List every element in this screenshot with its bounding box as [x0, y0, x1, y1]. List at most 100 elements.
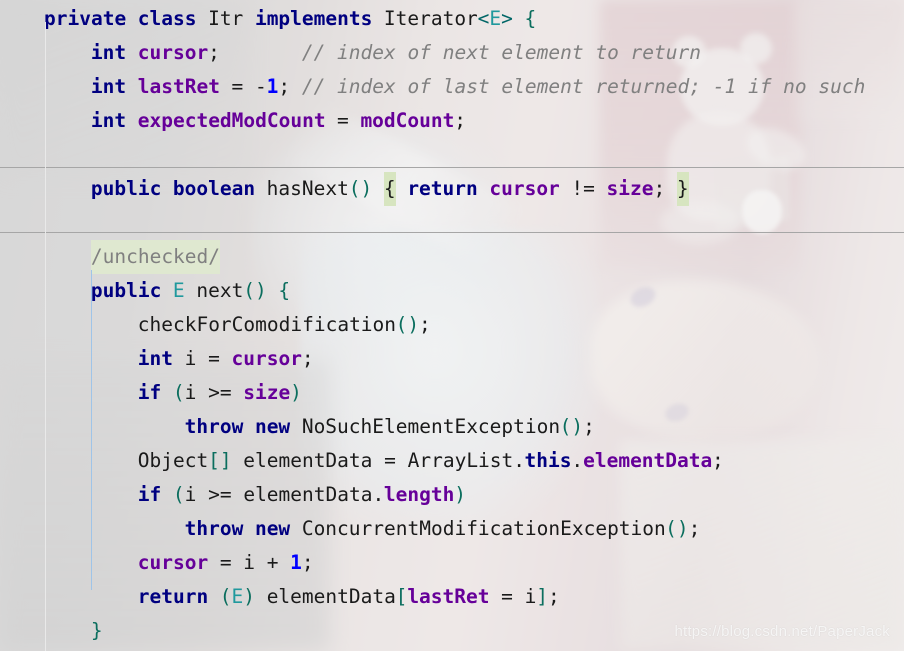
code-token-9-6: () — [243, 279, 267, 302]
code-line-9[interactable]: public E next() { — [0, 274, 904, 308]
code-token-17-4: ; — [301, 551, 314, 574]
code-token-17-2: = i + — [208, 551, 291, 574]
code-token-9-5: next — [196, 279, 244, 302]
code-token-2-5 — [220, 36, 302, 70]
code-token-18-7: [ — [395, 585, 408, 608]
code-token-8-0 — [44, 240, 91, 274]
code-token-15-2 — [161, 478, 173, 512]
code-token-1-10: E — [489, 7, 502, 30]
code-token-1-12 — [513, 2, 525, 36]
code-token-11-1: int — [137, 347, 173, 370]
code-token-2-4: ; — [208, 41, 220, 64]
code-line-13[interactable]: throw new NoSuchElementException(); — [0, 410, 904, 444]
code-token-1-9: < — [477, 7, 490, 30]
code-token-16-3: new — [254, 517, 291, 540]
code-editor-surface[interactable]: private class Itr implements Iterator < E >… — [0, 0, 904, 651]
code-token-18-11: ; — [547, 585, 560, 608]
code-token-16-6: () — [665, 517, 689, 540]
code-token-6-5: hasNext — [266, 177, 349, 200]
code-token-1-6: implements — [254, 7, 373, 30]
code-line-16[interactable]: throw new ConcurrentModificationExceptio… — [0, 512, 904, 546]
code-token-6-10: return — [407, 177, 478, 200]
code-line-18[interactable]: return (E) elementData[lastRet = i]; — [0, 580, 904, 614]
code-token-3-7: ; — [278, 75, 302, 98]
code-token-13-1: throw — [184, 415, 244, 438]
code-token-3-5: - — [254, 75, 267, 98]
code-line-7[interactable] — [0, 206, 904, 240]
code-token-6-0 — [44, 172, 91, 206]
code-token-17-3: 1 — [290, 551, 302, 574]
code-token-13-5: NoSuchElementException — [301, 415, 561, 438]
code-token-11-2: i = — [172, 347, 232, 370]
code-token-4-4: = — [325, 109, 361, 132]
code-token-14-6: elementData — [583, 449, 713, 472]
code-token-15-1: if — [137, 483, 162, 506]
code-token-15-6: ) — [454, 483, 466, 506]
code-token-13-2 — [243, 410, 255, 444]
code-token-6-3: boolean — [172, 177, 256, 200]
code-line-1[interactable]: private class Itr implements Iterator < E >… — [0, 2, 904, 36]
code-token-16-7: ; — [688, 517, 701, 540]
code-line-11[interactable]: int i = cursor; — [0, 342, 904, 376]
code-token-13-0 — [44, 410, 185, 444]
code-token-18-5: ) — [243, 585, 255, 608]
code-line-17[interactable]: cursor = i + 1; — [0, 546, 904, 580]
code-token-18-3: ( — [219, 585, 232, 608]
code-token-4-0 — [44, 104, 91, 138]
code-line-12[interactable]: if (i >= size) — [0, 376, 904, 410]
code-token-9-1: public — [90, 279, 162, 302]
code-token-1-13: { — [524, 7, 537, 30]
code-token-18-8: lastRet — [407, 585, 490, 608]
code-token-6-8: { — [383, 172, 396, 206]
code-line-14[interactable]: Object[] elementData = ArrayList. this. el… — [0, 444, 904, 478]
code-token-14-3: elementData = ArrayList. — [231, 449, 526, 472]
code-token-15-5: length — [383, 483, 455, 506]
code-token-6-1: public — [90, 177, 162, 200]
code-line-2[interactable]: int cursor; // index of next element to … — [0, 36, 904, 70]
code-token-2-1: int — [90, 41, 127, 64]
code-token-16-1: throw — [184, 517, 244, 540]
code-token-9-3: E — [172, 279, 185, 302]
code-token-6-7 — [372, 172, 384, 206]
code-line-15[interactable]: if (i >= elementData. length) — [0, 478, 904, 512]
code-token-4-3: expectedModCount — [137, 109, 326, 132]
code-token-1-0: private — [44, 7, 127, 30]
code-token-6-9 — [396, 172, 408, 206]
code-token-12-3: ( — [172, 381, 185, 404]
code-token-9-7 — [267, 274, 279, 308]
indent-guide-level-1 — [45, 22, 46, 651]
code-token-18-4: E — [231, 585, 244, 608]
code-line-4[interactable]: int expectedModCount = modCount; — [0, 104, 904, 138]
code-token-18-1: return — [137, 585, 209, 608]
code-token-10-2: () — [395, 313, 420, 336]
code-token-1-1 — [126, 2, 138, 36]
code-token-6-15: ; — [653, 177, 677, 200]
code-token-3-6: 1 — [266, 75, 279, 98]
code-token-19-0 — [44, 614, 91, 648]
code-token-10-3: ; — [419, 313, 431, 336]
code-token-6-14: size — [606, 177, 654, 200]
code-token-10-1: checkForComodification — [137, 313, 397, 336]
code-token-3-1: int — [90, 75, 127, 98]
code-token-9-4 — [185, 274, 197, 308]
code-line-10[interactable]: checkForComodification(); — [0, 308, 904, 342]
code-token-1-8: Iterator — [383, 7, 478, 30]
code-line-3[interactable]: int lastRet = -1; // index of last eleme… — [0, 70, 904, 104]
code-token-6-11 — [478, 172, 490, 206]
code-token-12-6: ) — [290, 381, 302, 404]
code-token-14-1: Object — [137, 449, 209, 472]
method-separator-1 — [0, 167, 904, 168]
code-token-16-5: ConcurrentModificationException — [301, 517, 666, 540]
code-token-15-3: ( — [172, 483, 185, 506]
code-token-4-5: modCount — [360, 109, 455, 132]
code-token-13-3: new — [254, 415, 291, 438]
code-token-16-2 — [243, 512, 255, 546]
code-line-8[interactable]: /unchecked/ — [0, 240, 904, 274]
code-token-13-7: ; — [583, 415, 595, 438]
code-token-3-3: lastRet — [137, 75, 220, 98]
code-token-2-3: cursor — [137, 41, 209, 64]
code-token-4-6: ; — [454, 109, 466, 132]
code-token-1-5 — [243, 2, 255, 36]
code-line-6[interactable]: public boolean hasNext() { return cursor… — [0, 172, 904, 206]
code-token-3-2 — [126, 70, 138, 104]
